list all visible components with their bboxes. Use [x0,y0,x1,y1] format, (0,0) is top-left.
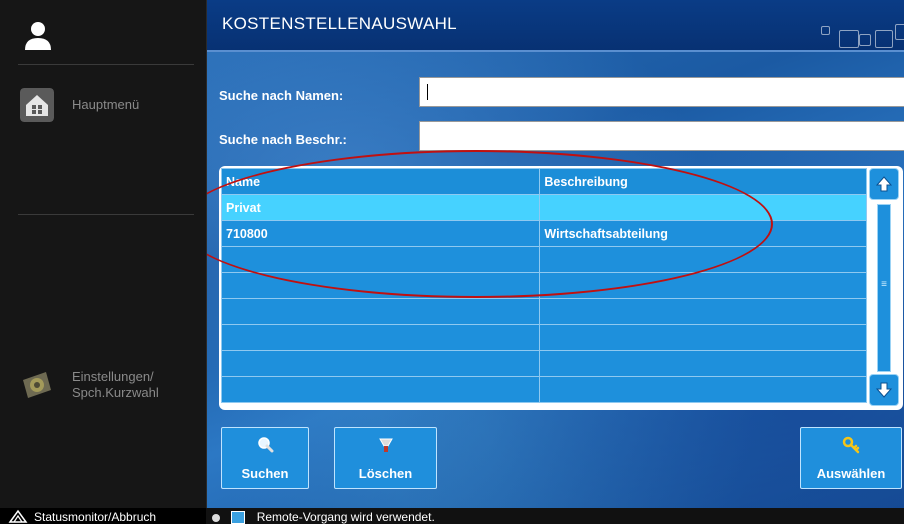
sidebar-divider [18,214,194,215]
cell-description [539,350,867,377]
cell-description [539,324,867,351]
clear-button[interactable]: Löschen [334,427,437,489]
cell-name: Privat [220,194,541,221]
table-row[interactable] [220,272,867,299]
cell-name [220,272,541,299]
table-row[interactable] [220,376,867,403]
search-description-input[interactable] [419,121,904,151]
scroll-up-button[interactable] [869,168,899,200]
cell-name: 710800 [220,220,541,247]
cell-description [539,194,867,221]
cell-name [220,246,541,273]
scroll-track[interactable]: ≡ [877,204,891,372]
column-header-name[interactable]: Name [220,168,541,195]
status-monitor-icon [8,509,28,523]
table-row[interactable] [220,246,867,273]
table-row[interactable] [220,324,867,351]
status-message-area: Remote-Vorgang wird verwendet. [212,509,435,524]
main-panel: KOSTENSTELLENAUSWAHL Suche nach Namen: S… [207,0,904,508]
table-scrollbar[interactable]: ≡ [869,168,899,406]
cell-description [539,246,867,273]
cost-center-table: Name Beschreibung Privat 710800 Wirtscha… [219,166,903,410]
decoration-icon [859,34,871,46]
search-button[interactable]: Suchen [221,427,309,489]
arrow-down-icon [875,382,893,398]
clear-button-label: Löschen [358,466,413,481]
sidebar-divider [18,64,194,65]
table-row[interactable]: 710800 Wirtschaftsabteilung [220,220,867,247]
table-row[interactable]: Privat [220,194,867,221]
sidebar-item-label: Hauptmenü [72,97,140,112]
sidebar-item-home[interactable]: Hauptmenü [20,88,139,122]
table-row[interactable] [220,298,867,325]
cell-name [220,298,541,325]
sidebar-item-settings[interactable]: Einstellungen/ Spch.Kurzwahl [20,368,159,402]
status-monitor-button[interactable]: Statusmonitor/Abbruch [0,508,206,524]
text-cursor [427,84,428,100]
table-row[interactable] [220,350,867,377]
status-message: Remote-Vorgang wird verwendet. [256,510,435,524]
column-header-description[interactable]: Beschreibung [539,168,867,195]
magnifier-icon [258,437,274,453]
search-description-label: Suche nach Beschr.: [219,132,347,147]
search-button-label: Suchen [241,466,289,481]
table-header-row: Name Beschreibung [220,168,867,195]
search-name-input[interactable] [419,77,904,107]
select-button[interactable]: Auswählen [800,427,902,489]
status-bar: Statusmonitor/Abbruch Remote-Vorgang wir… [0,508,904,524]
user-icon [25,22,51,50]
cell-description [539,298,867,325]
decoration-icon [895,24,904,40]
scroll-down-button[interactable] [869,374,899,406]
settings-icon [23,372,51,398]
eraser-icon [378,438,393,452]
select-button-label: Auswählen [816,466,886,481]
home-icon [20,88,54,122]
cell-description [539,272,867,299]
page-title: KOSTENSTELLENAUSWAHL [222,14,457,33]
search-name-label: Suche nach Namen: [219,88,344,103]
cell-name [220,324,541,351]
decoration-icon [821,26,830,35]
key-icon [842,436,860,454]
decoration-icon [839,30,859,48]
arrow-up-icon [875,176,893,192]
decoration-icon [875,30,893,48]
sidebar: Hauptmenü Einstellungen/ Spch.Kurzwahl [0,0,207,508]
cell-name [220,376,541,403]
scroll-thumb-grip-icon[interactable]: ≡ [878,275,890,295]
info-icon [212,513,220,522]
sidebar-item-label: Einstellungen/ Spch.Kurzwahl [72,369,159,400]
title-bar: KOSTENSTELLENAUSWAHL [207,0,904,52]
cell-name [220,350,541,377]
cell-description: Wirtschaftsabteilung [539,220,867,247]
remote-icon [231,511,246,524]
status-monitor-label: Statusmonitor/Abbruch [34,510,157,524]
cell-description [539,376,867,403]
